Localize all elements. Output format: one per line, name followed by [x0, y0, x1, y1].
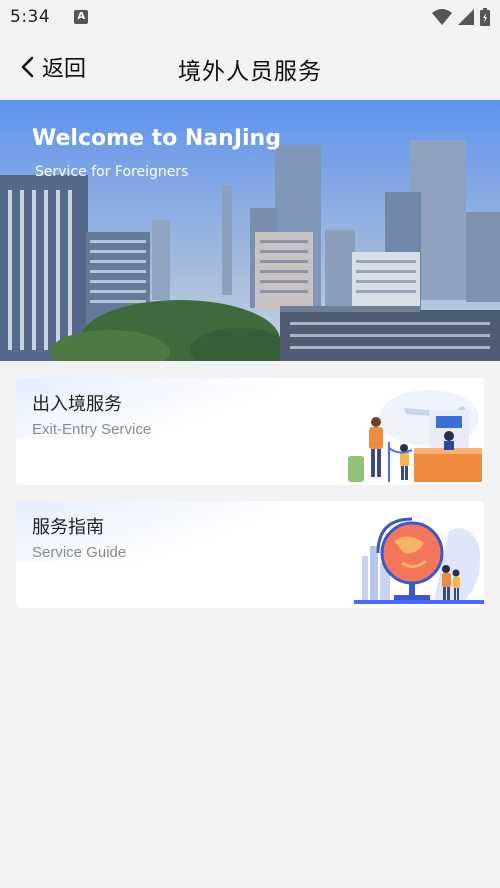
- banner-title: Welcome to NanJing: [32, 126, 281, 151]
- globe-illustration-icon: [354, 517, 484, 604]
- card-subtitle: Exit-Entry Service: [32, 421, 152, 438]
- page-title: 境外人员服务: [178, 59, 322, 85]
- banner-subtitle: Service for Foreigners: [35, 164, 189, 180]
- status-icons: [432, 8, 490, 26]
- wifi-icon: [432, 9, 452, 25]
- navigation-bar: 返回 境外人员服务: [0, 34, 500, 100]
- card-title: 出入境服务: [32, 394, 122, 415]
- exit-entry-service-card[interactable]: 出入境服务 Exit-Entry Service: [16, 378, 484, 485]
- battery-icon: [480, 8, 490, 26]
- exit-entry-illustration-icon: [348, 390, 482, 482]
- card-title: 服务指南: [32, 517, 104, 538]
- status-bar: 5:34 A: [0, 0, 500, 34]
- card-subtitle: Service Guide: [32, 544, 127, 561]
- welcome-banner: Welcome to NanJing Service for Foreigner…: [0, 100, 500, 361]
- service-guide-card[interactable]: 服务指南 Service Guide: [16, 501, 484, 608]
- app-notification-icon: A: [74, 10, 89, 24]
- signal-icon: [458, 9, 474, 25]
- status-time: 5:34: [10, 7, 51, 27]
